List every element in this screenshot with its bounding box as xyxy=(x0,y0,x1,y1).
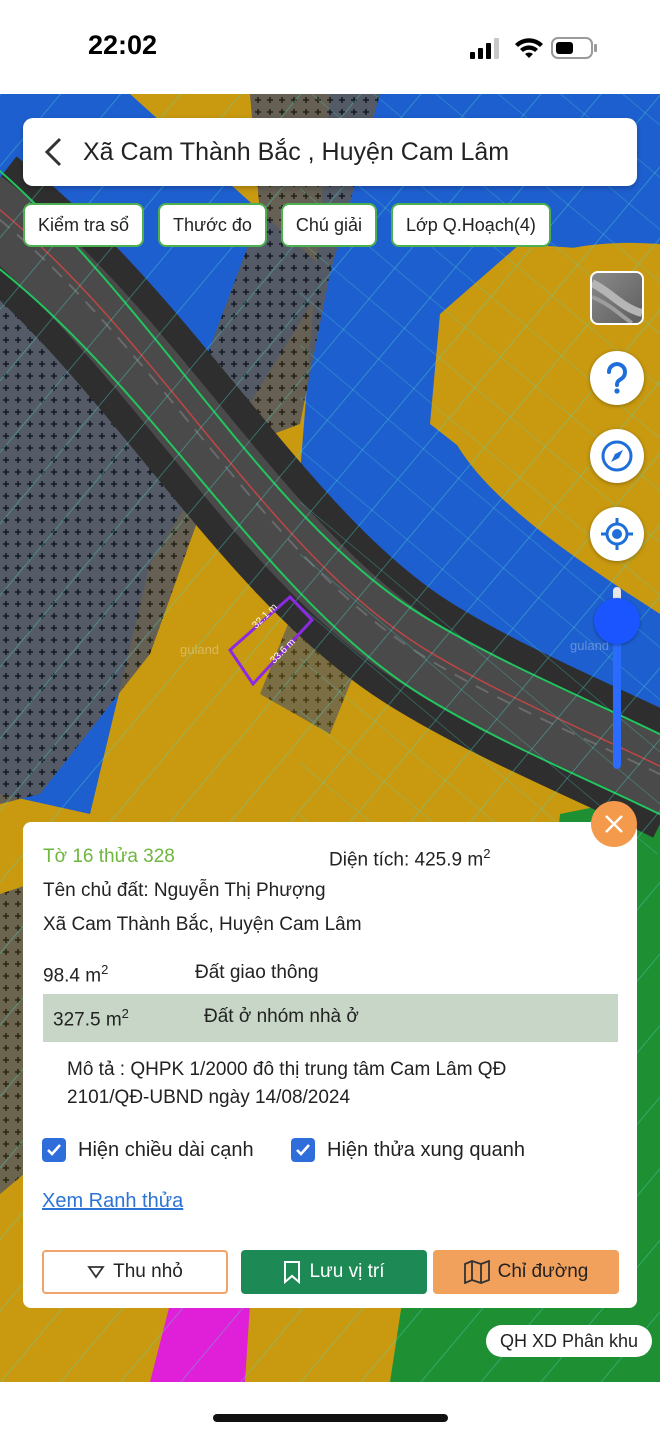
compass-icon xyxy=(601,440,633,472)
collapse-button[interactable]: Thu nhỏ xyxy=(42,1250,228,1294)
triangle-down-icon xyxy=(87,1266,105,1279)
status-time: 22:02 xyxy=(88,30,158,60)
wifi-icon xyxy=(515,38,543,58)
help-button[interactable] xyxy=(590,351,644,405)
checkbox-checked-icon xyxy=(42,1138,66,1162)
parcel-address: Xã Cam Thành Bắc, Huyện Cam Lâm xyxy=(43,914,362,935)
parcel-id: Tờ 16 thửa 328 xyxy=(43,846,175,867)
signal-icon xyxy=(470,38,499,59)
check-book-button[interactable]: Kiểm tra sổ xyxy=(23,203,145,247)
map-watermark: guland xyxy=(180,642,219,657)
legend-button[interactable]: Chú giải xyxy=(280,203,377,247)
location-header: Xã Cam Thành Bắc , Huyện Cam Lâm xyxy=(23,118,637,186)
land-use-area: 98.4 m2 xyxy=(43,962,109,987)
location-title: Xã Cam Thành Bắc , Huyện Cam Lâm xyxy=(83,137,510,166)
owner-name: Tên chủ đất: Nguyễn Thị Phượng xyxy=(43,880,326,901)
map-icon xyxy=(463,1260,490,1284)
ruler-button[interactable]: Thước đo xyxy=(158,203,267,247)
land-use-type: Đất ở nhóm nhà ở xyxy=(204,1006,359,1027)
checkbox-checked-icon xyxy=(291,1138,315,1162)
show-edge-length-checkbox[interactable]: Hiện chiều dài cạnh xyxy=(42,1138,254,1162)
basemap-toggle[interactable] xyxy=(590,271,644,325)
question-icon xyxy=(607,362,627,394)
land-use-row: 327.5 m2 Đất ở nhóm nhà ở xyxy=(43,994,618,1042)
crosshair-icon xyxy=(601,518,633,550)
status-icons xyxy=(470,36,600,60)
land-use-row: 98.4 m2 Đất giao thông xyxy=(43,950,618,998)
parcel-area: Diện tích: 425.9 m2 xyxy=(329,846,491,871)
home-indicator[interactable] xyxy=(213,1414,448,1422)
show-neighbors-checkbox[interactable]: Hiện thửa xung quanh xyxy=(291,1138,525,1162)
status-bar: 22:02 xyxy=(0,0,660,94)
close-panel-button[interactable] xyxy=(591,801,637,847)
land-use-area: 327.5 m2 xyxy=(53,1006,129,1031)
plan-layer-button[interactable]: Lớp Q.Hoạch(4) xyxy=(390,203,551,247)
directions-button[interactable]: Chỉ đường xyxy=(433,1250,619,1294)
back-icon[interactable] xyxy=(23,118,83,186)
close-icon xyxy=(605,815,623,833)
checkbox-label: Hiện chiều dài cạnh xyxy=(78,1138,254,1161)
view-boundary-link[interactable]: Xem Ranh thửa xyxy=(42,1190,183,1213)
bookmark-icon xyxy=(284,1261,301,1284)
plan-type-badge[interactable]: QH XD Phân khu xyxy=(486,1325,653,1357)
parcel-info-panel: Tờ 16 thửa 328 Diện tích: 425.9 m2 Tên c… xyxy=(23,822,637,1308)
home-bar xyxy=(0,1382,660,1434)
map-watermark-2: guland xyxy=(570,638,609,653)
zoom-slider-thumb[interactable] xyxy=(594,598,640,644)
locate-button[interactable] xyxy=(590,507,644,561)
checkbox-label: Hiện thửa xung quanh xyxy=(327,1138,525,1161)
plan-description: Mô tả : QHPK 1/2000 đô thị trung tâm Cam… xyxy=(67,1059,507,1108)
battery-icon xyxy=(551,37,597,59)
land-use-type: Đất giao thông xyxy=(195,962,319,983)
save-location-button[interactable]: Lưu vị trí xyxy=(241,1250,427,1294)
compass-button[interactable] xyxy=(590,429,644,483)
map-toolbar: Kiểm tra sổ Thước đo Chú giải Lớp Q.Hoạc… xyxy=(23,203,551,247)
